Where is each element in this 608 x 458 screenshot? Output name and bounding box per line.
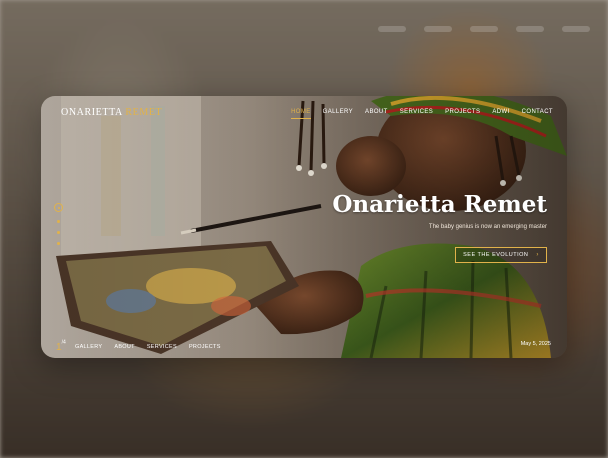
brand-accent: REMET	[125, 107, 163, 118]
slide-dot[interactable]	[57, 242, 60, 245]
hero-card: ONARIETTA REMET HOME GALLERY ABOUT SERVI…	[41, 96, 567, 358]
brand-logo[interactable]: ONARIETTA REMET	[61, 107, 162, 118]
nav-home[interactable]: HOME	[291, 109, 311, 119]
see-evolution-button[interactable]: SEE THE EVOLUTION ›	[455, 247, 547, 263]
pager-total: /4	[61, 339, 66, 346]
hero-title: Onarietta Remet	[332, 191, 547, 218]
nav-adwi[interactable]: ADWI	[492, 109, 509, 119]
arrow-right-icon: ›	[536, 252, 539, 258]
background-menu-ghost	[378, 26, 590, 32]
footer-link-gallery[interactable]: GALLERY	[75, 344, 102, 350]
footer-link-services[interactable]: SERVICES	[147, 344, 177, 350]
main-nav: HOME GALLERY ABOUT SERVICES PROJECTS ADW…	[291, 109, 553, 119]
nav-gallery[interactable]: GALLERY	[323, 109, 353, 119]
hero-subtitle: The baby genius is now an emerging maste…	[428, 224, 547, 230]
footer-link-about[interactable]: ABOUT	[114, 344, 134, 350]
cta-label: SEE THE EVOLUTION	[463, 252, 529, 258]
brand-name: ONARIETTA	[61, 107, 123, 118]
ghost-menu-item	[470, 26, 498, 32]
nav-about[interactable]: ABOUT	[365, 109, 388, 119]
date-label: May 5, 2025	[520, 341, 551, 347]
footer-link-projects[interactable]: PROJECTS	[189, 344, 221, 350]
slide-dot[interactable]	[57, 220, 60, 223]
footer-nav: GALLERY ABOUT SERVICES PROJECTS	[75, 344, 221, 350]
ghost-menu-item	[562, 26, 590, 32]
ghost-menu-item	[378, 26, 406, 32]
nav-contact[interactable]: CONTACT	[522, 109, 553, 119]
slide-dot[interactable]	[57, 231, 60, 234]
nav-services[interactable]: SERVICES	[400, 109, 433, 119]
slide-indicator	[54, 203, 64, 253]
slide-pager: 1/4	[56, 337, 66, 355]
nav-projects[interactable]: PROJECTS	[445, 109, 480, 119]
slide-dot-active[interactable]	[54, 203, 63, 212]
ghost-menu-item	[424, 26, 452, 32]
ghost-menu-item	[516, 26, 544, 32]
